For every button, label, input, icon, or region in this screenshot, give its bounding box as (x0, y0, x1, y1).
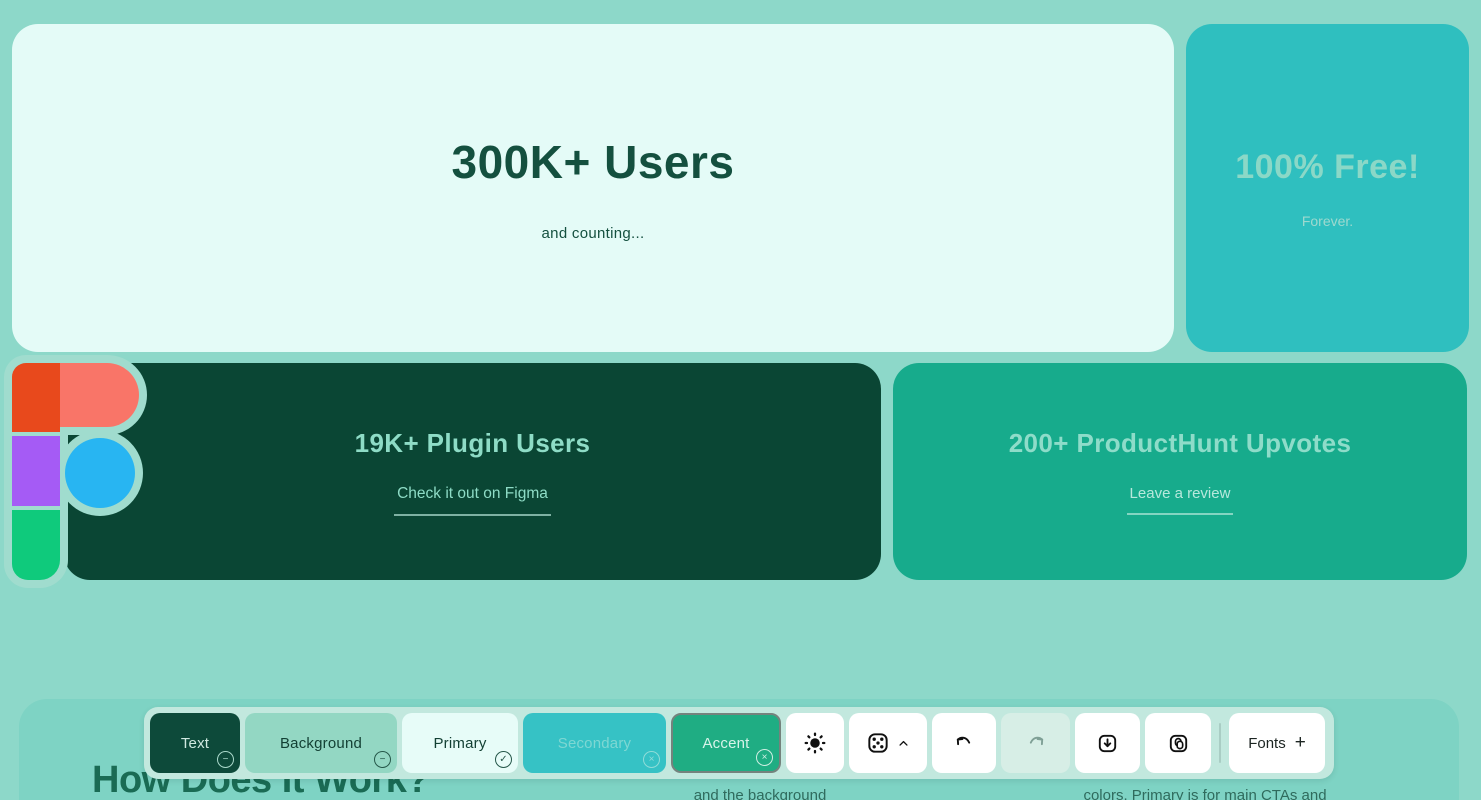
x-badge-icon: × (643, 751, 660, 768)
undo-icon (952, 731, 976, 755)
free-subtitle: Forever. (1302, 213, 1353, 229)
minus-badge-icon: − (374, 751, 391, 768)
x-badge-icon: × (756, 749, 773, 766)
chevron-up-icon (896, 736, 911, 751)
undo-button[interactable] (932, 713, 996, 773)
stat-card-producthunt: 200+ ProductHunt Upvotes Leave a review (893, 363, 1467, 580)
swatch-secondary-button[interactable]: Secondary × (523, 713, 666, 773)
swatch-primary-label: Primary (433, 735, 486, 752)
copy-icon (1166, 731, 1191, 756)
stat-card-plugin-users: 19K+ Plugin Users Check it out on Figma (64, 363, 881, 580)
figma-logo-salmon-shape (60, 363, 139, 427)
check-badge-icon: ✓ (495, 751, 512, 768)
plugin-users-title: 19K+ Plugin Users (355, 428, 591, 459)
fonts-button-label: Fonts (1248, 735, 1286, 752)
swatch-background-label: Background (280, 735, 362, 752)
download-button[interactable] (1075, 713, 1140, 773)
copy-button[interactable] (1145, 713, 1211, 773)
download-icon (1095, 731, 1120, 756)
users-count-subtitle: and counting... (542, 225, 645, 242)
landing-page: 300K+ Users and counting... 100% Free! F… (0, 0, 1481, 800)
fonts-button[interactable]: Fonts + (1229, 713, 1325, 773)
toolbar-divider (1219, 723, 1221, 763)
brightness-button[interactable] (786, 713, 844, 773)
dice-icon (865, 730, 891, 756)
paragraph-fragment: and the background (694, 787, 827, 800)
swatch-primary-button[interactable]: Primary ✓ (402, 713, 518, 773)
stat-card-users: 300K+ Users and counting... (12, 24, 1174, 352)
minus-badge-icon: − (217, 751, 234, 768)
redo-button[interactable] (1001, 713, 1070, 773)
free-title: 100% Free! (1235, 148, 1420, 187)
figma-logo-purple-shape (12, 436, 60, 506)
figma-logo-blue-circle (65, 438, 135, 508)
plus-icon: + (1295, 732, 1306, 754)
figma-logo-green-shape (12, 510, 60, 580)
swatch-text-button[interactable]: Text − (150, 713, 240, 773)
swatch-secondary-label: Secondary (558, 735, 632, 752)
swatch-accent-label: Accent (702, 735, 749, 752)
palette-toolbar: Text − Background − Primary ✓ Secondary … (144, 707, 1334, 779)
swatch-background-button[interactable]: Background − (245, 713, 397, 773)
swatch-text-label: Text (181, 735, 209, 752)
redo-icon (1024, 731, 1048, 755)
producthunt-title: 200+ ProductHunt Upvotes (1009, 428, 1352, 459)
swatch-accent-button[interactable]: Accent × (671, 713, 781, 773)
figma-logo-icon (12, 363, 139, 580)
users-count-title: 300K+ Users (452, 135, 735, 189)
figma-logo-orange-shape (12, 363, 60, 432)
paragraph-fragment: colors. Primary is for main CTAs and (1083, 787, 1326, 800)
randomize-button[interactable] (849, 713, 927, 773)
figma-plugin-link[interactable]: Check it out on Figma (394, 485, 551, 516)
leave-review-link[interactable]: Leave a review (1127, 485, 1234, 515)
stat-card-free: 100% Free! Forever. (1186, 24, 1469, 352)
brightness-icon (802, 730, 828, 756)
